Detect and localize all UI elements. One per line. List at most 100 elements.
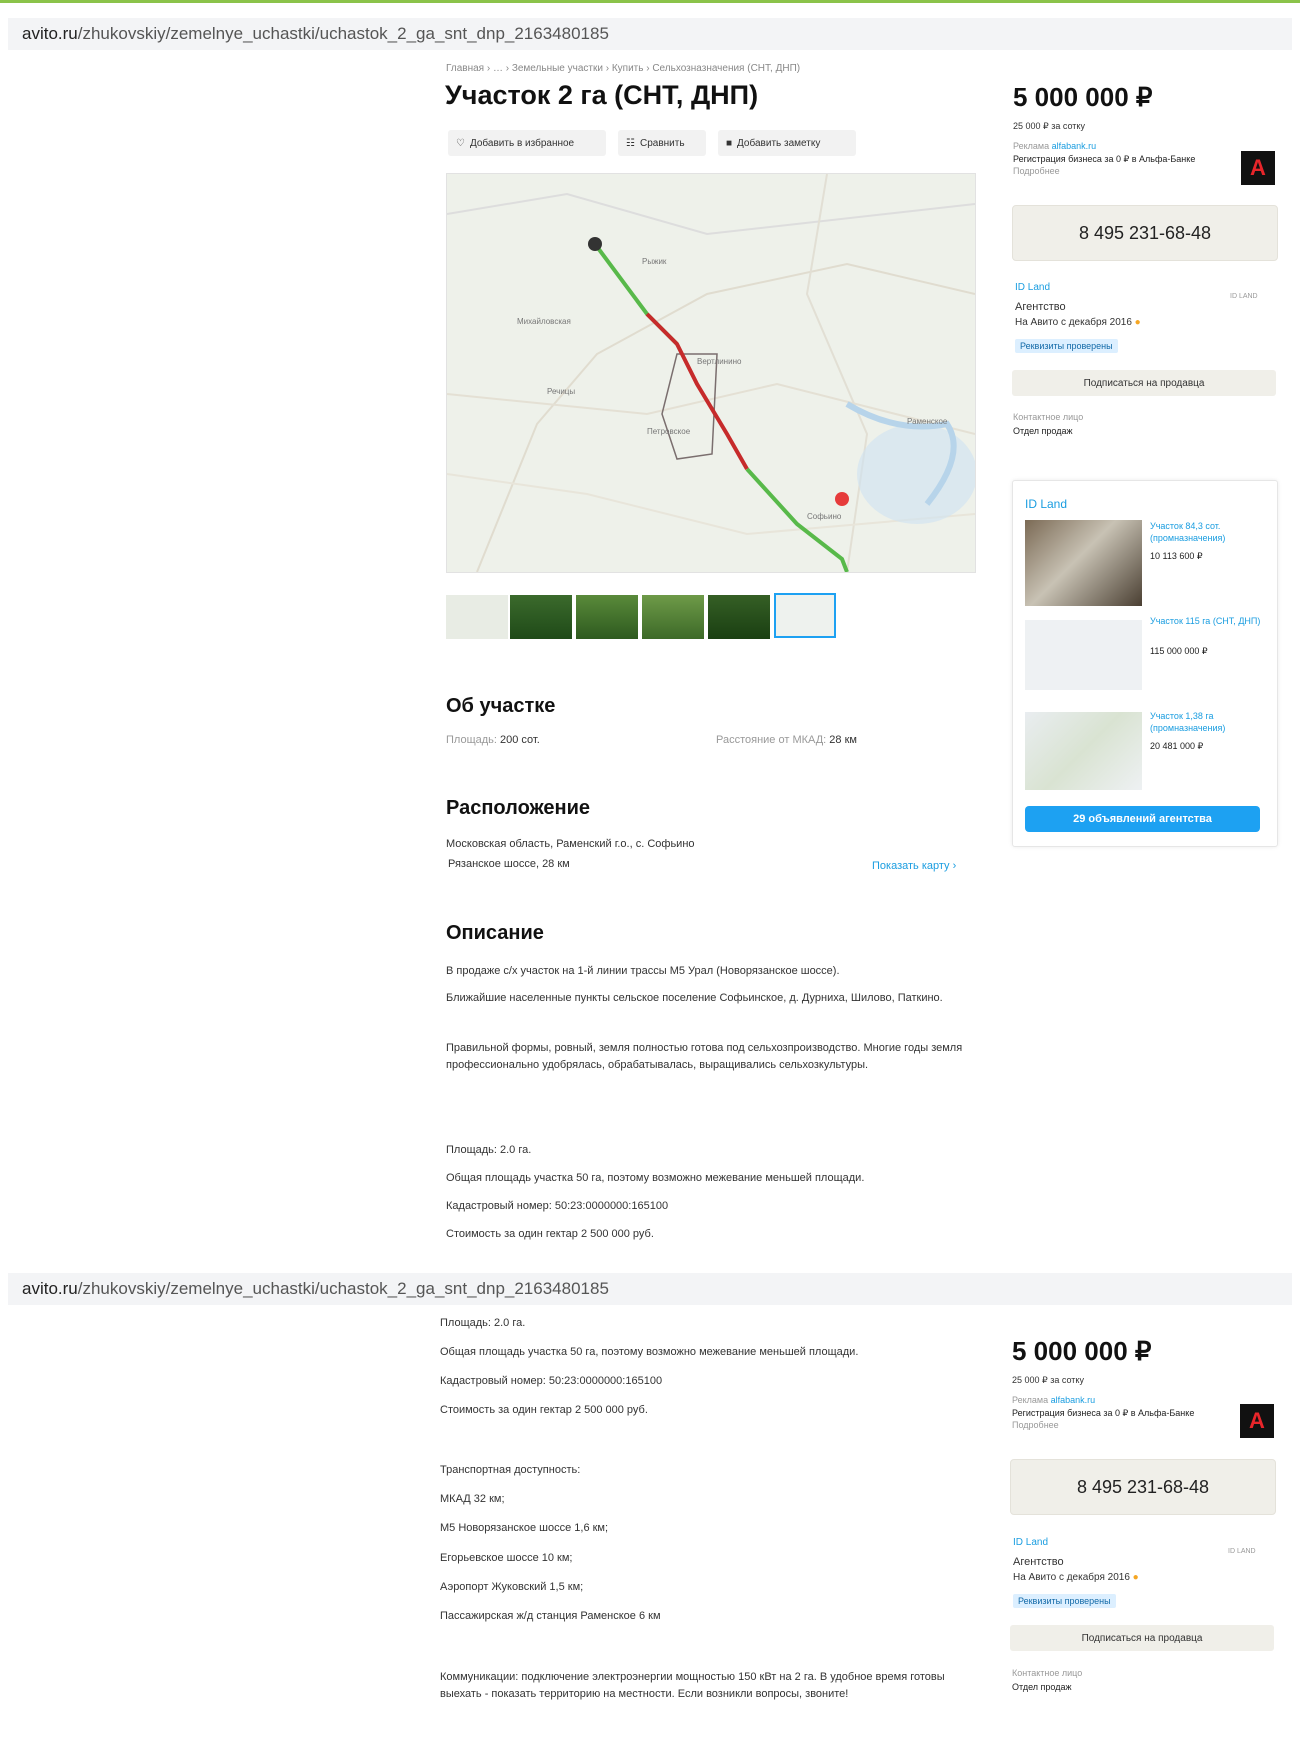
address-bar[interactable]: avito.ru/zhukovskiy/zemelnye_uchastki/uc… [8, 18, 1292, 50]
svg-text:Речицы: Речицы [547, 387, 575, 396]
agency-item-1-title[interactable]: Участок 84,3 сот. (промназначения) [1150, 520, 1265, 544]
svg-text:Софьино: Софьино [807, 512, 842, 521]
thumbnail-field-1[interactable] [510, 595, 572, 639]
communications: Коммуникации: подключение электроэнергии… [440, 1671, 945, 1700]
description-cadastre: Кадастровый номер: 50:23:0000000:165100 [446, 1200, 669, 1212]
ad-block[interactable]: Регистрация бизнеса за 0 ₽ в Альфа-Банке… [1013, 153, 1213, 177]
thumbnail-field-4[interactable] [708, 595, 770, 639]
ad-text-2: Регистрация бизнеса за 0 ₽ в Альфа-Банке [1012, 1408, 1195, 1418]
about-heading: Об участке [446, 695, 556, 717]
compare-button[interactable]: ☷ Сравнить [618, 130, 706, 156]
route-map[interactable]: Рыжик Михайловская Вертлинино Речицы Пет… [446, 173, 976, 573]
show-map-link[interactable]: Показать карту › [872, 860, 956, 872]
note-icon: ■ [726, 137, 733, 149]
thumbnail-field-2[interactable] [576, 595, 638, 639]
agency-all-listings-button[interactable]: 29 объявлений агентства [1025, 806, 1260, 832]
agency-item-2-price: 115 000 000 ₽ [1150, 646, 1208, 656]
url-path: /zhukovskiy/zemelnye_uchastki/uchastok_2… [77, 24, 609, 43]
show-phone-button[interactable]: 8 495 231-68-48 [1012, 205, 1278, 261]
agency-name-link[interactable]: ID Land [1025, 497, 1067, 511]
seller-since-2: На Авито с декабря 2016 [1013, 1572, 1130, 1583]
agency-item-1-price: 10 113 600 ₽ [1150, 551, 1203, 561]
compare-label: Сравнить [639, 137, 685, 149]
thumbnail-map-2-selected[interactable] [774, 593, 836, 638]
distance-row: Расстояние от МКАД: 28 км [716, 734, 857, 746]
subscribe-button[interactable]: Подписаться на продавца [1012, 370, 1276, 396]
seller-logo-2: ID LAND [1228, 1548, 1256, 1555]
transport-heading: Транспортная доступность: [440, 1464, 581, 1476]
contact-label-2: Контактное лицо [1012, 1668, 1083, 1678]
transport-item-4: Аэропорт Жуковский 1,5 км; [440, 1581, 584, 1593]
alfa-bank-logo: А [1241, 151, 1275, 185]
breadcrumb[interactable]: Главная › … › Земельные участки › Купить… [446, 63, 800, 74]
subscribe-button-2[interactable]: Подписаться на продавца [1010, 1625, 1274, 1651]
agency-item-3-price: 20 481 000 ₽ [1150, 741, 1204, 751]
description-heading: Описание [446, 922, 544, 944]
description-p1: В продаже с/х участок на 1-й линии трасс… [446, 965, 840, 977]
url-domain-2: avito.ru [22, 1279, 78, 1298]
map-graphic: Рыжик Михайловская Вертлинино Речицы Пет… [447, 174, 975, 572]
description-p2: Ближайшие населенные пункты сельское пос… [446, 992, 943, 1004]
area-value: 200 сот. [500, 734, 540, 746]
ad-more-link[interactable]: Подробнее [1013, 166, 1060, 176]
contact-value: Отдел продаж [1013, 426, 1073, 436]
contact-label: Контактное лицо [1013, 412, 1084, 422]
distance-label: Расстояние от МКАД: [716, 734, 827, 746]
add-note-button[interactable]: ■ Добавить заметку [718, 130, 856, 156]
ad-label-2: Реклама [1012, 1395, 1049, 1405]
price-per-sotka: 25 000 ₽ за сотку [1013, 121, 1085, 131]
medal-icon-2: ● [1132, 1572, 1139, 1583]
ad-label-row: Реклама alfabank.ru [1013, 140, 1096, 152]
ad-text: Регистрация бизнеса за 0 ₽ в Альфа-Банке [1013, 154, 1196, 164]
seller-name-link[interactable]: ID Land [1015, 282, 1050, 293]
transport-item-5: Пассажирская ж/д станция Раменское 6 км [440, 1610, 661, 1622]
add-note-label: Добавить заметку [737, 137, 821, 149]
seller-name-link-2[interactable]: ID Land [1013, 1537, 1048, 1548]
price: 5 000 000 ₽ [1013, 82, 1153, 112]
seller-since: На Авито с декабря 2016 [1015, 317, 1132, 328]
description-price-per-ha: Стоимость за один гектар 2 500 000 руб. [446, 1228, 654, 1240]
agency-item-1-photo[interactable] [1025, 520, 1142, 606]
ad-domain-2[interactable]: alfabank.ru [1051, 1395, 1096, 1405]
ad-label-row-2: Реклама alfabank.ru [1012, 1394, 1095, 1406]
verified-badge: Реквизиты проверены [1015, 339, 1118, 353]
seller-type-2: Агентство [1013, 1556, 1064, 1568]
agency-item-3-photo[interactable] [1025, 712, 1142, 790]
medal-icon: ● [1134, 317, 1141, 328]
address-bar-2[interactable]: avito.ru/zhukovskiy/zemelnye_uchastki/uc… [8, 1273, 1292, 1305]
svg-text:Рыжик: Рыжик [642, 257, 667, 266]
page-title: Участок 2 га (СНТ, ДНП) [445, 80, 759, 110]
svg-text:Михайловская: Михайловская [517, 317, 571, 326]
description-total-area-2: Общая площадь участка 50 га, поэтому воз… [440, 1346, 859, 1358]
add-favorite-button[interactable]: ♡ Добавить в избранное [448, 130, 606, 156]
show-phone-button-2[interactable]: 8 495 231-68-48 [1010, 1459, 1276, 1515]
svg-text:Раменское: Раменское [907, 417, 948, 426]
location-heading: Расположение [446, 797, 591, 819]
area-label: Площадь: [446, 734, 497, 746]
compare-icon: ☷ [626, 137, 635, 149]
ad-label: Реклама [1013, 141, 1050, 151]
address: Московская область, Раменский г.о., с. С… [446, 838, 695, 850]
agency-item-2-photo[interactable] [1025, 620, 1142, 690]
description-total-area: Общая площадь участка 50 га, поэтому воз… [446, 1172, 865, 1184]
distance-value: 28 км [829, 734, 857, 746]
thumbnail-field-3[interactable] [642, 595, 704, 639]
agency-item-3-title[interactable]: Участок 1,38 га (промназначения) [1150, 710, 1265, 734]
transport-item-1: МКАД 32 км; [440, 1493, 505, 1505]
ad-block-2[interactable]: Регистрация бизнеса за 0 ₽ в Альфа-Банке… [1012, 1407, 1212, 1431]
price-2: 5 000 000 ₽ [1012, 1336, 1152, 1366]
seller-logo: ID LAND [1230, 293, 1258, 300]
description-p3: Правильной формы, ровный, земля полность… [446, 1042, 963, 1071]
url-domain: avito.ru [22, 24, 78, 43]
description-area: Площадь: 2.0 га. [446, 1144, 532, 1156]
agency-item-2-title[interactable]: Участок 115 га (СНТ, ДНП) [1150, 615, 1265, 627]
thumbnail-map-1[interactable] [446, 595, 508, 639]
seller-since-row: На Авито с декабря 2016 ● [1015, 317, 1141, 328]
ad-domain[interactable]: alfabank.ru [1052, 141, 1097, 151]
transport-item-2: М5 Новорязанское шоссе 1,6 км; [440, 1522, 609, 1534]
contact-value-2: Отдел продаж [1012, 1682, 1072, 1692]
seller-type: Агентство [1015, 301, 1066, 313]
add-favorite-label: Добавить в избранное [469, 137, 575, 149]
ad-more-link-2[interactable]: Подробнее [1012, 1420, 1059, 1430]
page-top-accent [0, 0, 1300, 3]
